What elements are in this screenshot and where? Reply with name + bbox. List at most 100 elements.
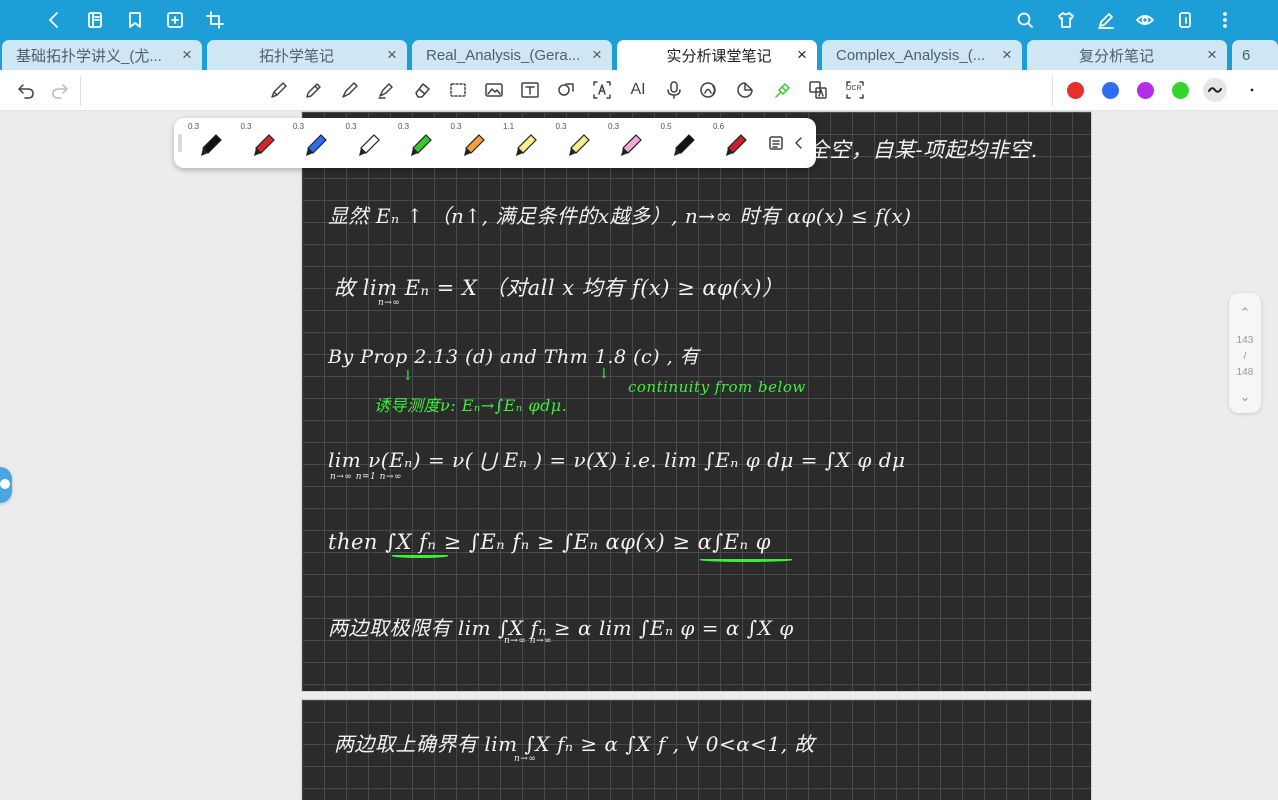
tab-real-analysis-notes[interactable]: 实分析课堂笔记 ×: [617, 40, 817, 70]
tab-close-icon[interactable]: ×: [996, 45, 1018, 65]
pen-preset[interactable]: 0.3: [239, 122, 287, 164]
tab-close-icon[interactable]: ×: [586, 45, 608, 65]
tab-real-analysis-book[interactable]: Real_Analysis_(Gera... ×: [412, 40, 612, 70]
eye-view-icon[interactable]: [1133, 8, 1157, 32]
pen-size-label: 0.3: [608, 122, 620, 131]
back-icon[interactable]: [42, 8, 66, 32]
tab-label: Real_Analysis_(Gera...: [426, 46, 581, 64]
more-vertical-icon[interactable]: [1213, 8, 1237, 32]
pen-preset[interactable]: 0.5: [659, 122, 707, 164]
notebook-icon[interactable]: [83, 8, 107, 32]
pen-palette-popup: 0.3 0.3 0.3 0.3 0.3 0.3 1.1 0.3 0.3 0.5 0.6: [174, 118, 816, 168]
tab-close-icon[interactable]: ×: [176, 45, 198, 65]
highlighter-icon[interactable]: [374, 78, 398, 102]
drawing-toolbar: AI OCR: [0, 70, 1278, 111]
pen-icon: [568, 134, 590, 156]
microphone-icon[interactable]: [662, 78, 686, 102]
pen-preset[interactable]: 0.3: [291, 122, 339, 164]
handwriting-line: 显然 Eₙ ↑ （n↑, 满足条件的x越多）, n→∞ 时有 αφ(x) ≤ f…: [328, 204, 912, 228]
tab-more[interactable]: 6: [1232, 40, 1278, 70]
more-dot-icon[interactable]: [1240, 78, 1264, 102]
page-layout-icon[interactable]: [1173, 8, 1197, 32]
top-app-bar: [0, 0, 1278, 40]
crop-icon[interactable]: [203, 8, 227, 32]
palette-drag-handle[interactable]: [178, 134, 182, 152]
pen-preset[interactable]: 0.3: [186, 122, 234, 164]
pen-icon: [621, 134, 642, 156]
pen-preset[interactable]: 1.1: [501, 122, 549, 164]
tab-close-icon[interactable]: ×: [381, 45, 403, 65]
pen-icon: [726, 134, 747, 156]
palette-collapse-icon[interactable]: [787, 131, 811, 155]
bookmark-icon[interactable]: [123, 8, 147, 32]
laser-pointer-icon[interactable]: [771, 78, 795, 102]
pen-preset[interactable]: 0.3: [449, 122, 497, 164]
note-canvas[interactable]: 全空，自某-项起均非空. 显然 Eₙ ↑ （n↑, 满足条件的x越多）, n→∞…: [0, 111, 1278, 800]
handwriting-subscript: n→∞: [378, 298, 401, 308]
add-page-icon[interactable]: [163, 8, 187, 32]
palette-list-icon[interactable]: [764, 131, 788, 155]
ocr-icon[interactable]: OCR: [843, 78, 867, 102]
tab-close-icon[interactable]: ×: [791, 45, 813, 65]
text-box-icon[interactable]: [518, 78, 542, 102]
note-page[interactable]: 两边取上确界有 lim ∫X fₙ ≥ α ∫X f , ∀ 0<α<1, 故 …: [301, 699, 1092, 800]
pen-icon: [411, 134, 432, 156]
tab-label: Complex_Analysis_(...: [836, 46, 986, 64]
search-icon[interactable]: [1013, 8, 1037, 32]
color-blue-swatch[interactable]: [1102, 82, 1119, 99]
color-red-swatch[interactable]: [1067, 82, 1084, 99]
pen-preset[interactable]: 0.3: [396, 122, 444, 164]
arrow-annotation: ↓: [402, 368, 415, 384]
tab-topology-lectures[interactable]: 基础拓扑学讲义_(尤... ×: [2, 40, 202, 70]
stroke-style-icon[interactable]: [1203, 78, 1227, 102]
pencil-icon[interactable]: [302, 78, 326, 102]
translate-icon[interactable]: [806, 78, 830, 102]
green-underline: [392, 554, 448, 558]
pen-size-label: 0.3: [555, 122, 567, 131]
tab-bar: 基础拓扑学讲义_(尤... × 拓扑学笔记 × Real_Analysis_(G…: [0, 40, 1278, 70]
page-up-icon[interactable]: ⌃: [1229, 305, 1261, 321]
audio-record-icon[interactable]: [697, 78, 721, 102]
tab-complex-analysis-notes[interactable]: 复分析笔记 ×: [1027, 40, 1227, 70]
shapes-icon[interactable]: [554, 78, 578, 102]
fountain-pen-icon[interactable]: [267, 78, 291, 102]
pen-icon: [516, 134, 537, 156]
ai-assistant-icon[interactable]: AI: [626, 78, 650, 102]
page-scroller[interactable]: ⌃ 143 / 148 ⌄: [1229, 293, 1261, 413]
sticker-icon[interactable]: [733, 78, 757, 102]
handwriting-line: By Prop 2.13 (d) and Thm 1.8 (c) , 有: [328, 346, 700, 368]
tab-label: 拓扑学笔记: [259, 47, 335, 65]
tab-complex-analysis-book[interactable]: Complex_Analysis_(... ×: [822, 40, 1022, 70]
tab-close-icon[interactable]: ×: [1201, 45, 1223, 65]
shirt-theme-icon[interactable]: [1054, 8, 1078, 32]
color-purple-swatch[interactable]: [1137, 82, 1154, 99]
page-separator: /: [1243, 351, 1247, 362]
pen-size-label: 0.3: [188, 122, 200, 131]
page-down-icon[interactable]: ⌄: [1229, 389, 1261, 405]
redo-icon[interactable]: [48, 78, 72, 102]
total-page-count: 148: [1236, 367, 1254, 378]
color-green-swatch[interactable]: [1172, 82, 1189, 99]
floating-assist-bubble[interactable]: [0, 467, 12, 503]
handwriting-subscript: n→∞: [514, 754, 537, 764]
pen-preset[interactable]: 0.3: [344, 122, 392, 164]
pen-icon: [201, 134, 222, 156]
handwriting-line: 两边取上确界有 lim ∫X fₙ ≥ α ∫X f , ∀ 0<α<1, 故: [334, 732, 815, 756]
undo-icon[interactable]: [14, 78, 38, 102]
tab-label: 实分析课堂笔记: [666, 47, 772, 65]
tab-topology-notes[interactable]: 拓扑学笔记 ×: [207, 40, 407, 70]
pen-size-label: 0.3: [345, 122, 357, 131]
pen-write-icon[interactable]: [1094, 8, 1118, 32]
note-page[interactable]: 全空，自某-项起均非空. 显然 Eₙ ↑ （n↑, 满足条件的x越多）, n→∞…: [301, 111, 1092, 692]
image-insert-icon[interactable]: [482, 78, 506, 102]
pen-size-label: 0.5: [660, 122, 672, 131]
eraser-icon[interactable]: [410, 78, 434, 102]
text-recognize-icon[interactable]: [590, 78, 614, 102]
green-underline: [700, 558, 792, 562]
pen-preset[interactable]: 0.3: [606, 122, 654, 164]
pen-preset[interactable]: 0.6: [711, 122, 759, 164]
pen-preset[interactable]: 0.3: [554, 122, 602, 164]
ballpoint-pen-icon[interactable]: [338, 78, 362, 102]
toolbar-divider: [1052, 76, 1053, 106]
lasso-select-icon[interactable]: [446, 78, 470, 102]
